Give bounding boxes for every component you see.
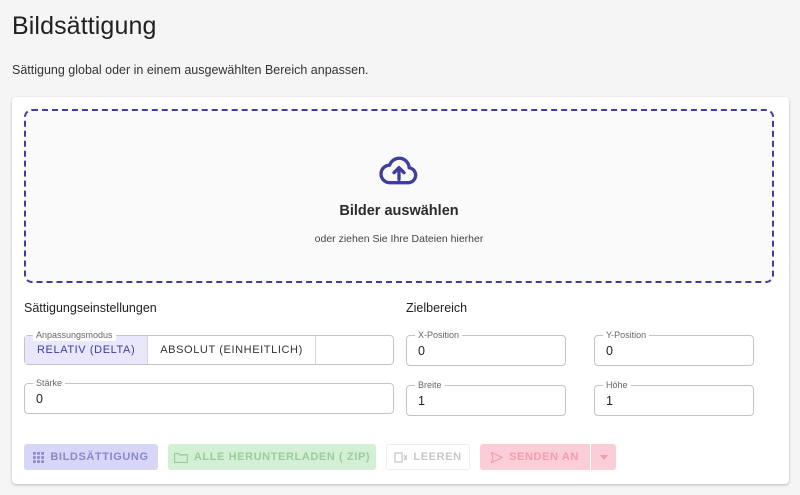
saturation-button-label: Bildsättigung (50, 451, 149, 463)
dropzone-title: Bilder auswählen (339, 203, 459, 219)
clear-icon (394, 451, 408, 463)
download-all-button[interactable]: Alle herunterladen ( zip) (168, 444, 376, 470)
page-subtitle: Sättigung global oder in einem ausgewähl… (12, 63, 369, 77)
file-dropzone[interactable]: Bilder auswählen oder ziehen Sie Ihre Da… (24, 109, 774, 283)
target-area-title: Zielbereich (406, 301, 468, 315)
width-field[interactable]: Breite 1 (406, 379, 566, 416)
main-card: Bilder auswählen oder ziehen Sie Ihre Da… (12, 97, 789, 484)
grid-icon (33, 451, 45, 463)
download-all-label: Alle herunterladen ( zip) (193, 451, 371, 463)
clear-button-label: Leeren (413, 451, 462, 463)
saturation-settings-title: Sättigungseinstellungen (24, 301, 157, 315)
folder-download-icon (173, 452, 188, 463)
x-position-field[interactable]: X-Position 0 (406, 329, 566, 366)
strength-field[interactable]: Stärke 0 (24, 377, 394, 414)
clear-button[interactable]: Leeren (386, 444, 470, 470)
strength-label: Stärke (33, 377, 66, 389)
send-icon (491, 451, 504, 463)
strength-input[interactable]: 0 (36, 392, 43, 406)
cloud-upload-icon (379, 156, 418, 185)
saturation-button[interactable]: Bildsättigung (24, 444, 158, 470)
height-input[interactable]: 1 (606, 394, 613, 408)
dropzone-hint: oder ziehen Sie Ihre Dateien hierher (314, 233, 484, 245)
send-to-button[interactable]: Senden an (480, 444, 590, 470)
y-position-input[interactable]: 0 (606, 344, 613, 358)
send-to-menu-button[interactable] (591, 444, 616, 470)
x-position-label: X-Position (415, 329, 463, 341)
page-title: Bildsättigung (12, 12, 157, 40)
adjustment-mode-label: Anpassungsmodus (33, 329, 116, 341)
send-to-label: Senden an (509, 451, 579, 463)
adjustment-mode-field: Relativ (Delta) Absolut (Einheitlich) An… (24, 329, 394, 365)
y-position-label: Y-Position (603, 329, 650, 341)
width-label: Breite (415, 379, 445, 391)
width-input[interactable]: 1 (418, 394, 425, 408)
chevron-down-icon (599, 451, 608, 463)
height-label: Höhe (603, 379, 631, 391)
mode-absolute-button[interactable]: Absolut (Einheitlich) (148, 336, 316, 364)
x-position-input[interactable]: 0 (418, 344, 425, 358)
height-field[interactable]: Höhe 1 (594, 379, 754, 416)
y-position-field[interactable]: Y-Position 0 (594, 329, 754, 366)
